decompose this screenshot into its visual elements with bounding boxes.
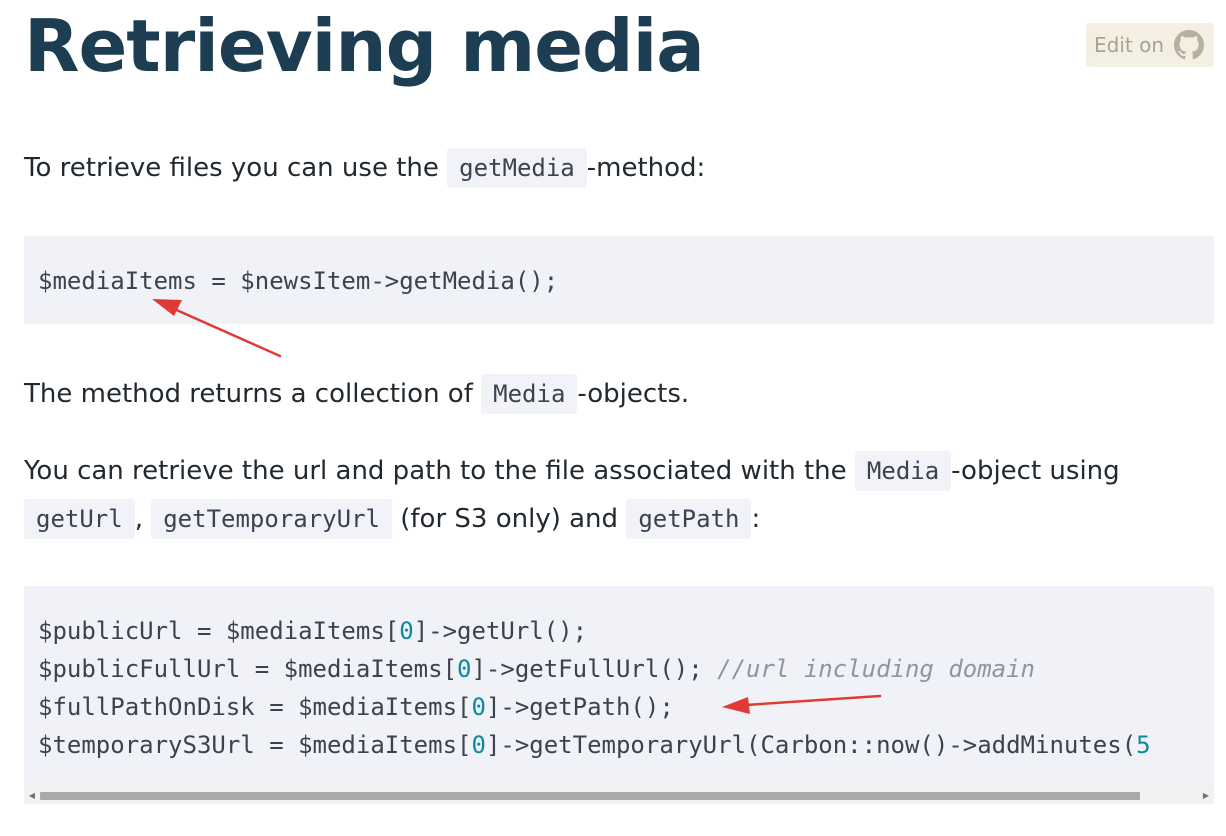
code-comment: //url including domain (717, 655, 1036, 683)
collection-paragraph: The method returns a collection of Media… (24, 370, 689, 418)
url-path-paragraph-line2: getUrl, getTemporaryUrl (for S3 only) an… (24, 495, 760, 543)
chevron-left-icon[interactable]: ◀ (24, 788, 40, 804)
code-line: $mediaItems = $newsItem->getMedia(); (38, 267, 559, 295)
code-block-getmedia: $mediaItems = $newsItem->getMedia(); (24, 236, 1214, 324)
inline-code-geturl: getUrl (24, 499, 135, 539)
code-line-full-path: $fullPathOnDisk = $mediaItems[0]->getPat… (38, 693, 674, 721)
inline-code-gettemporaryurl: getTemporaryUrl (151, 499, 392, 539)
github-icon (1174, 30, 1204, 60)
intro-text: To retrieve files you can use the (24, 153, 448, 183)
inline-code-media: Media (481, 374, 578, 414)
inline-code-getpath: getPath (626, 499, 752, 539)
page-title: Retrieving media (24, 4, 705, 88)
colon-text: : (751, 504, 761, 534)
collection-text: The method returns a collection of (24, 379, 482, 409)
code-line-temporary-url: $temporaryS3Url = $mediaItems[0]->getTem… (38, 731, 1151, 759)
url-path-paragraph-line1: You can retrieve the url and path to the… (24, 447, 1120, 495)
code-block-urls: $publicUrl = $mediaItems[0]->getUrl(); $… (24, 586, 1214, 804)
comma-separator: , (134, 504, 152, 534)
code-line-public-url: $publicUrl = $mediaItems[0]->getUrl(); (38, 617, 588, 645)
edit-on-github-button[interactable]: Edit on (1086, 23, 1214, 67)
scrollbar-thumb[interactable] (40, 792, 1140, 800)
s3-note-text: (for S3 only) and (391, 504, 627, 534)
collection-text-end: -objects. (577, 379, 690, 409)
inline-code-getmedia: getMedia (447, 148, 587, 188)
edit-on-label: Edit on (1094, 33, 1164, 57)
url-path-text: You can retrieve the url and path to the… (24, 456, 855, 486)
chevron-right-icon[interactable]: ▶ (1198, 788, 1214, 804)
horizontal-scrollbar[interactable]: ◀ ▶ (24, 788, 1214, 804)
intro-paragraph: To retrieve files you can use the getMed… (24, 144, 705, 192)
url-path-text-end: -object using (951, 456, 1120, 486)
inline-code-media-object: Media (854, 451, 952, 491)
code-line-public-full-url: $publicFullUrl = $mediaItems[0]->getFull… (38, 655, 1036, 683)
intro-text-end: -method: (586, 153, 706, 183)
